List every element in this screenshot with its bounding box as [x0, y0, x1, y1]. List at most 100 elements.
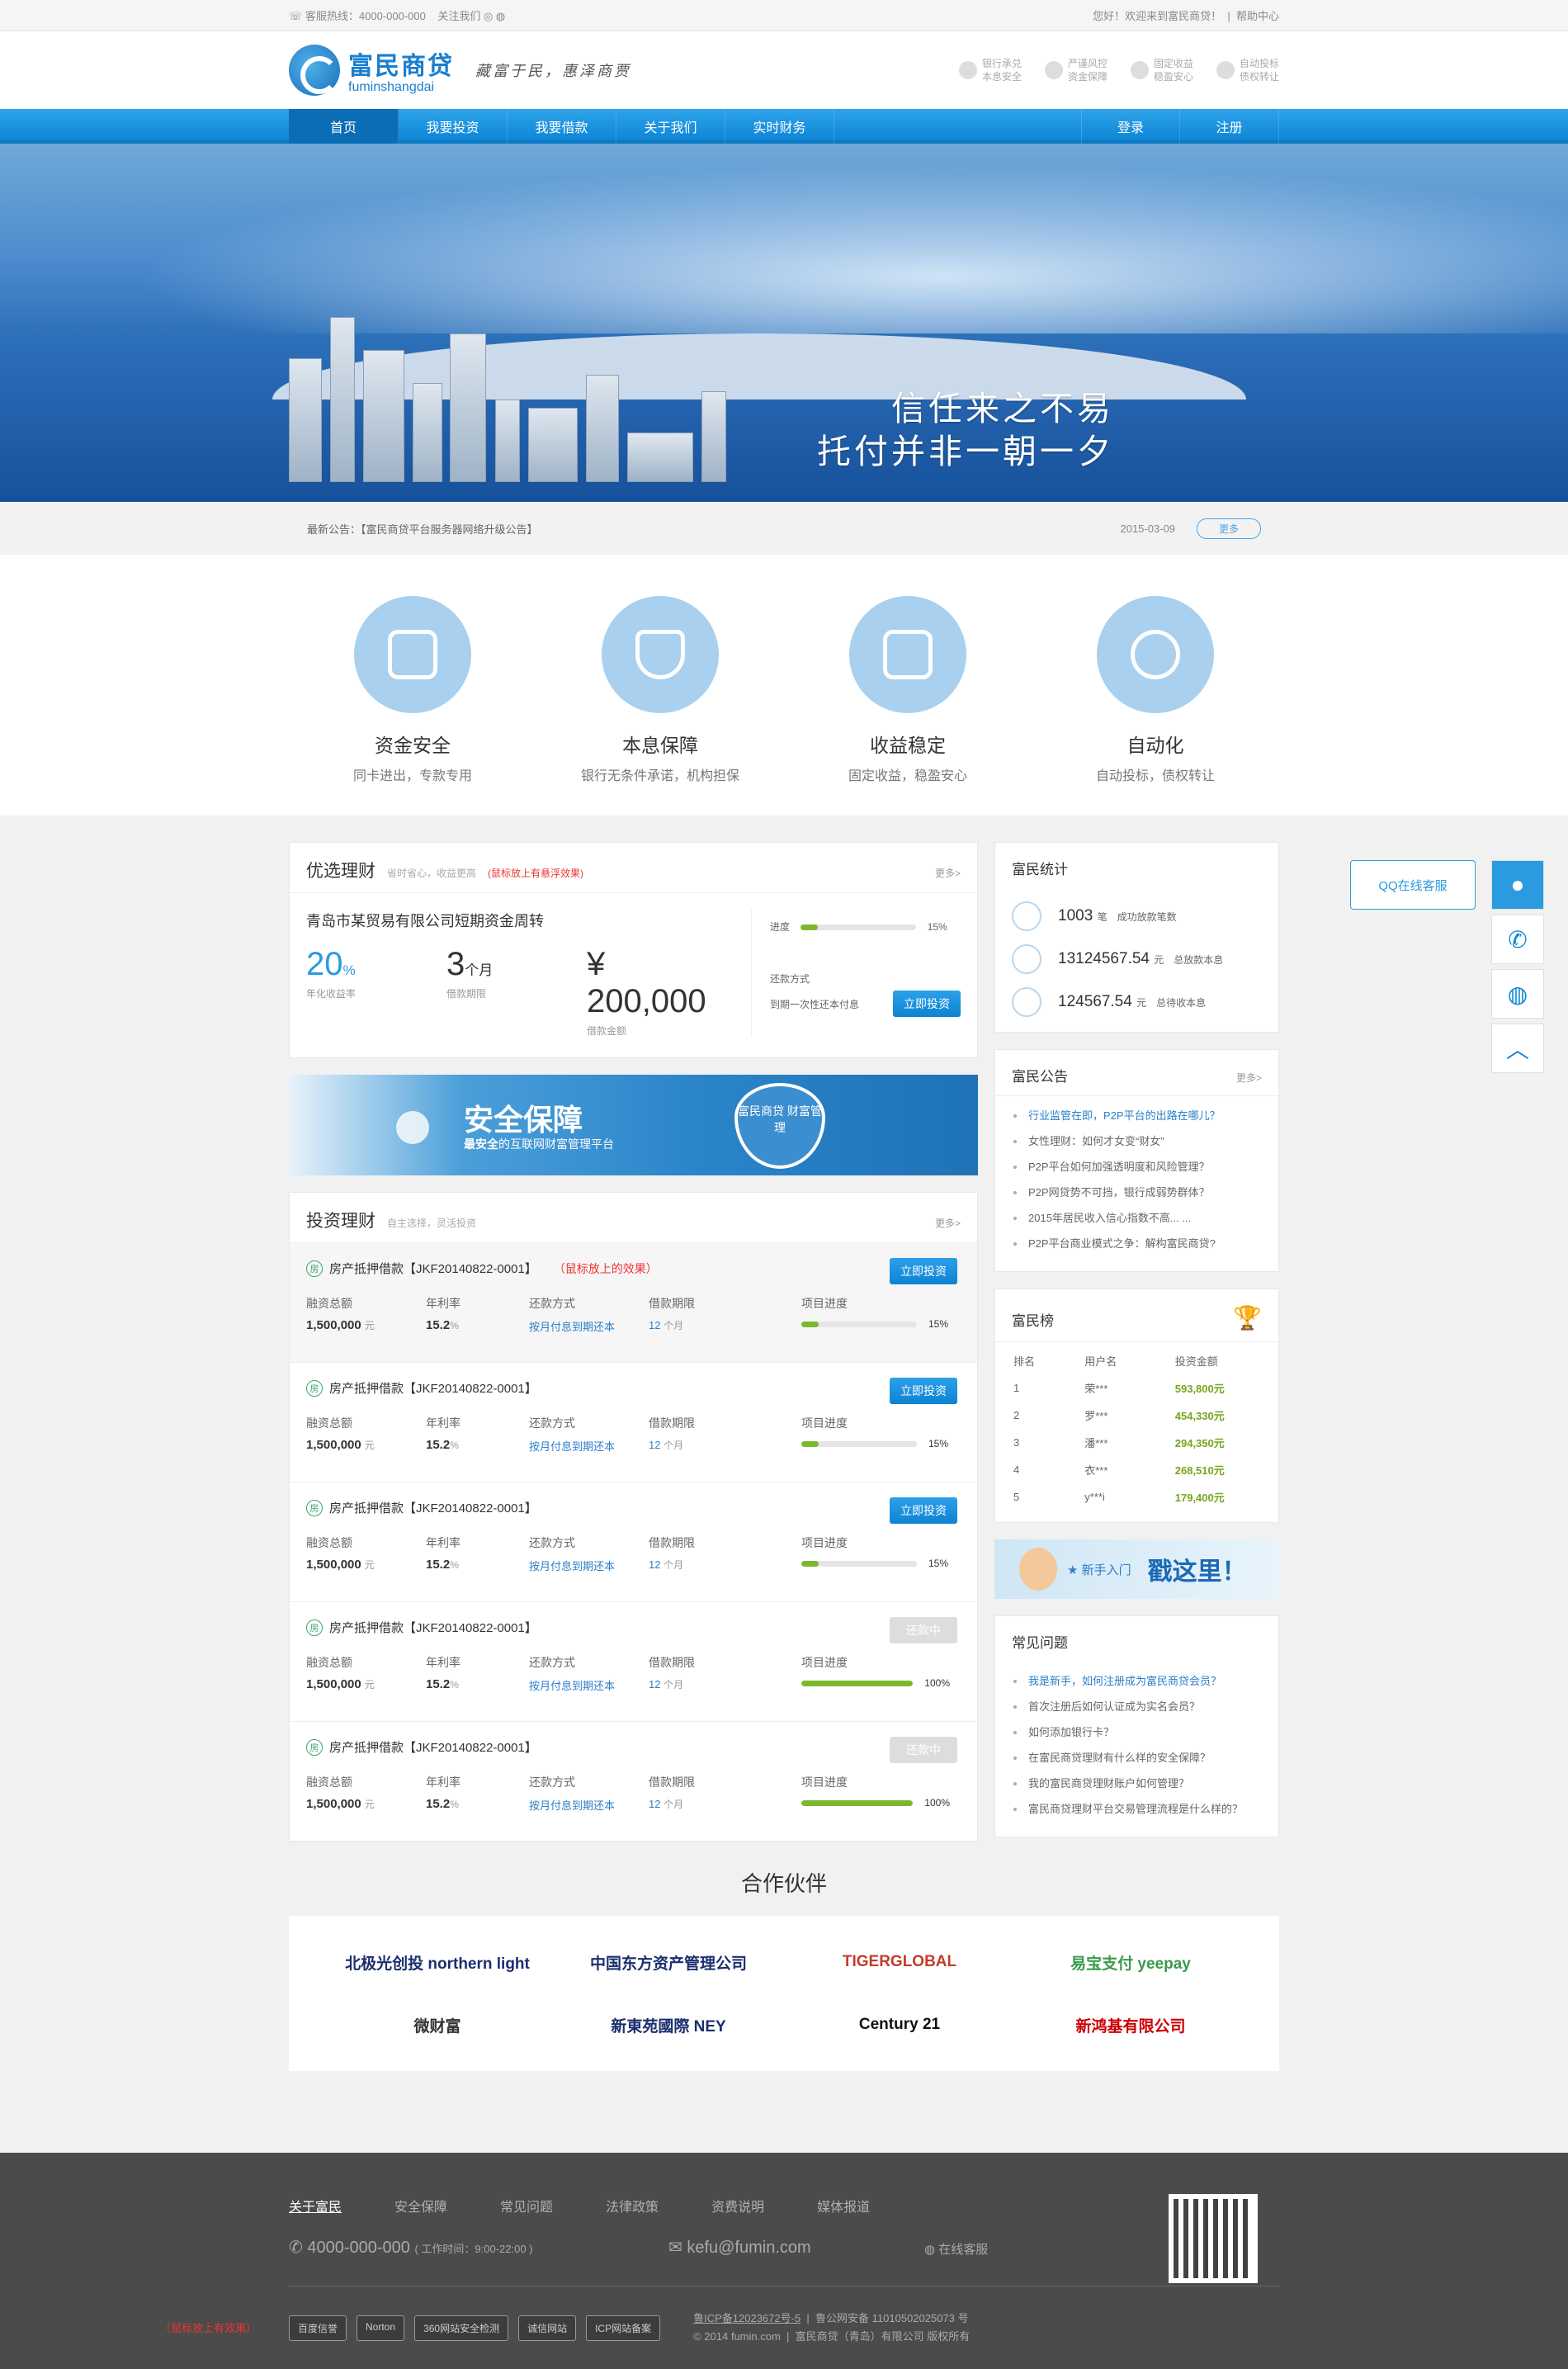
hover-note: （鼠标放上有效果） — [160, 2322, 257, 2334]
invest-now-button[interactable]: 立即投资 — [890, 1378, 957, 1404]
seal-badge[interactable]: 诚信网站 — [518, 2315, 577, 2341]
news-item[interactable]: 女性理财：如何才女变“财女” — [1012, 1128, 1262, 1154]
shield-badge-icon: 富民商贷 财富管理 — [734, 1083, 825, 1169]
main-nav: 首页 我要投资 我要借款 关于我们 实时财务 登录 注册 — [0, 109, 1568, 144]
invest-now-button[interactable]: 立即投资 — [890, 1497, 957, 1524]
seal-badge[interactable]: 360网站安全检测 — [414, 2315, 509, 2341]
topbar: ☏ 客服热线：4000-000-000 关注我们 ◎ ◍ 您好！欢迎来到富民商贷… — [0, 0, 1568, 31]
online-service-link[interactable]: 在线客服 — [938, 2243, 988, 2257]
faq-item[interactable]: 在富民商贷理财有什么样的安全保障？ — [1012, 1745, 1262, 1771]
site-logo[interactable]: 富民商贷 fuminshangdai — [289, 45, 454, 96]
invest-now-button[interactable]: 立即投资 — [890, 1258, 957, 1284]
featured-product-panel[interactable]: 优选理财 省时省心，收益更高 (鼠标放上有悬浮效果) 更多> 青岛市某贸易有限公… — [289, 842, 978, 1058]
investment-item[interactable]: 房房产抵押借款【JKF20140822-0001】 还款中 融资总额 1,500,… — [290, 1722, 977, 1842]
investment-item[interactable]: 房房产抵押借款【JKF20140822-0001】 还款中 融资总额 1,500,… — [290, 1602, 977, 1722]
badge-income: 固定收益 稳盈安心 — [1130, 57, 1193, 83]
news-item[interactable]: P2P平台如何加强透明度和风险管理？ — [1012, 1154, 1262, 1180]
badge-bank: 银行承兑 本息安全 — [958, 57, 1022, 83]
footer-link[interactable]: 关于富民 — [289, 2196, 342, 2215]
announcements-panel: 富民公告 更多> 行业监管在即，P2P平台的出路在哪儿？ 女性理财：如何才女变“财… — [994, 1049, 1279, 1272]
item-title[interactable]: 房产抵押借款【JKF20140822-0001】 — [329, 1738, 537, 1756]
table-row: 2 罗*** 454,330元 — [1013, 1409, 1225, 1422]
footer-link[interactable]: 资费说明 — [711, 2196, 764, 2215]
footer-link[interactable]: 安全保障 — [394, 2196, 447, 2215]
hero-banner[interactable]: 信任来之不易 托付并非一朝一夕 — [0, 144, 1568, 502]
investment-item[interactable]: 房房产抵押借款【JKF20140822-0001】 立即投资 融资总额 1,500… — [290, 1363, 977, 1482]
footer-link[interactable]: 常见问题 — [500, 2196, 553, 2215]
logo-text-en: fuminshangdai — [348, 80, 435, 94]
seal-badge[interactable]: Norton — [357, 2315, 405, 2341]
faq-item[interactable]: 我是新手，如何注册成为富民商贷会员？ — [1012, 1668, 1262, 1694]
section-title: 优选理财 — [306, 862, 375, 881]
qr-code — [1169, 2194, 1258, 2283]
product-name[interactable]: 青岛市某贸易有限公司短期资金周转 — [306, 910, 751, 931]
back-to-top-icon[interactable]: ︿ — [1491, 1024, 1544, 1073]
footer-link[interactable]: 法律政策 — [606, 2196, 659, 2215]
ranking-panel: 富民榜 🏆 排名 用户名 投资金额 1 荣*** 593,800元 2 罗*** 454,33… — [994, 1289, 1279, 1523]
investment-item[interactable]: 房房产抵押借款【JKF20140822-0001】 （鼠标放上的效果） 立即投资 … — [290, 1243, 977, 1363]
faq-item[interactable]: 我的富民商贷理财账户如何管理？ — [1012, 1771, 1262, 1796]
email-link[interactable]: kefu@fumin.com — [687, 2239, 810, 2257]
footer-link[interactable]: 媒体报道 — [817, 2196, 870, 2215]
table-row: 3 潘*** 294,350元 — [1013, 1436, 1225, 1449]
footer: 关于富民 安全保障 常见问题 法律政策 资费说明 媒体报道 ✆ 4000-000… — [0, 2153, 1568, 2369]
partner-logo[interactable]: 易宝支付 yeepay — [1015, 1951, 1246, 1974]
item-title[interactable]: 房产抵押借款【JKF20140822-0001】 — [329, 1499, 537, 1516]
qq-icon[interactable]: ● — [1491, 860, 1544, 910]
icp-link[interactable]: 鲁ICP备12023672号-5 — [693, 2312, 801, 2324]
partner-logo[interactable]: 新鸿基有限公司 — [1015, 2014, 1246, 2036]
security-ad-banner[interactable]: 安全保障 最安全的互联网财富管理平台 富民商贷 财富管理 — [289, 1075, 978, 1175]
follow-us-link[interactable]: 关注我们 — [437, 10, 480, 22]
notice-more-button[interactable]: 更多 — [1196, 518, 1261, 539]
partner-logo[interactable]: 中国东方资产管理公司 — [553, 1951, 784, 1974]
item-title[interactable]: 房产抵押借款【JKF20140822-0001】 — [329, 1379, 537, 1397]
nav-finance[interactable]: 实时财务 — [725, 109, 834, 144]
trophy-icon: 🏆 — [1233, 1305, 1262, 1331]
faq-item[interactable]: 首次注册后如何认证成为实名会员？ — [1012, 1694, 1262, 1719]
wechat-icon[interactable]: ◍ — [1491, 969, 1544, 1019]
news-item[interactable]: P2P平台商业模式之争：解构富民商贷? — [1012, 1231, 1262, 1256]
seal-badge[interactable]: 百度信誉 — [289, 2315, 347, 2341]
nav-borrow[interactable]: 我要借款 — [508, 109, 616, 144]
city-skyline-image — [272, 267, 767, 482]
weibo-icon[interactable]: ◎ — [484, 10, 493, 22]
more-link[interactable]: 更多> — [1236, 1071, 1262, 1085]
qq-service-tooltip[interactable]: QQ在线客服 — [1350, 860, 1476, 910]
invest-now-button[interactable]: 立即投资 — [893, 991, 961, 1017]
news-item[interactable]: 行业监管在即，P2P平台的出路在哪儿？ — [1012, 1103, 1262, 1128]
help-center-link[interactable]: 帮助中心 — [1236, 10, 1279, 22]
slogan: 藏富于民，惠泽商贾 — [475, 63, 631, 80]
wechat-icon[interactable]: ◍ — [496, 10, 505, 22]
mail-icon: ✉ — [668, 2239, 682, 2257]
feature-fund-safety: 资金安全 同卡进出，专款专用 — [309, 596, 516, 784]
news-item[interactable]: P2P网贷势不可挡，银行成弱势群体？ — [1012, 1180, 1262, 1205]
repaying-button: 还款中 — [890, 1737, 957, 1763]
faq-item[interactable]: 如何添加银行卡？ — [1012, 1719, 1262, 1745]
faq-item[interactable]: 富民商贷理财平台交易管理流程是什么样的？ — [1012, 1796, 1262, 1822]
nav-about[interactable]: 关于我们 — [616, 109, 725, 144]
nav-home[interactable]: 首页 — [289, 109, 399, 144]
more-link[interactable]: 更多> — [935, 866, 961, 880]
partner-logo[interactable]: 北极光创投 northern light — [322, 1951, 553, 1974]
partner-logo[interactable]: 新東苑國際 NEY — [553, 2014, 784, 2036]
item-title[interactable]: 房产抵押借款【JKF20140822-0001】 — [329, 1260, 537, 1277]
investment-item[interactable]: 房房产抵押借款【JKF20140822-0001】 立即投资 融资总额 1,500… — [290, 1482, 977, 1602]
investment-list-panel: 投资理财 自主选择，灵活投资 更多> 房房产抵押借款【JKF20140822-0… — [289, 1192, 978, 1842]
house-icon: 房 — [306, 1738, 323, 1756]
news-item[interactable]: 2015年居民收入信心指数不高... ... — [1012, 1205, 1262, 1231]
partner-logo[interactable]: Century 21 — [784, 2016, 1015, 2034]
newbie-guide-banner[interactable]: ★ 新手入门 戳这里！ — [994, 1539, 1279, 1599]
nav-invest[interactable]: 我要投资 — [399, 109, 508, 144]
register-link[interactable]: 注册 — [1180, 109, 1279, 144]
features-section: 资金安全 同卡进出，专款专用 本息保障 银行无条件承诺，机构担保 收益稳定 固定收益，… — [0, 555, 1568, 816]
seal-badge[interactable]: ICP网站备案 — [586, 2315, 661, 2341]
notice-text[interactable]: 最新公告：【富民商贷平台服务器网络升级公告】 — [307, 521, 538, 537]
feature-stable-income: 收益稳定 固定收益，稳盈安心 — [805, 596, 1011, 784]
phone-icon[interactable]: ✆ — [1491, 915, 1544, 964]
more-link[interactable]: 更多> — [935, 1216, 961, 1230]
login-link[interactable]: 登录 — [1081, 109, 1180, 144]
item-title[interactable]: 房产抵押借款【JKF20140822-0001】 — [329, 1619, 537, 1636]
house-icon: 房 — [306, 1379, 323, 1397]
partner-logo[interactable]: 微财富 — [322, 2014, 553, 2036]
partner-logo[interactable]: TIGERGLOBAL — [784, 1953, 1015, 1971]
